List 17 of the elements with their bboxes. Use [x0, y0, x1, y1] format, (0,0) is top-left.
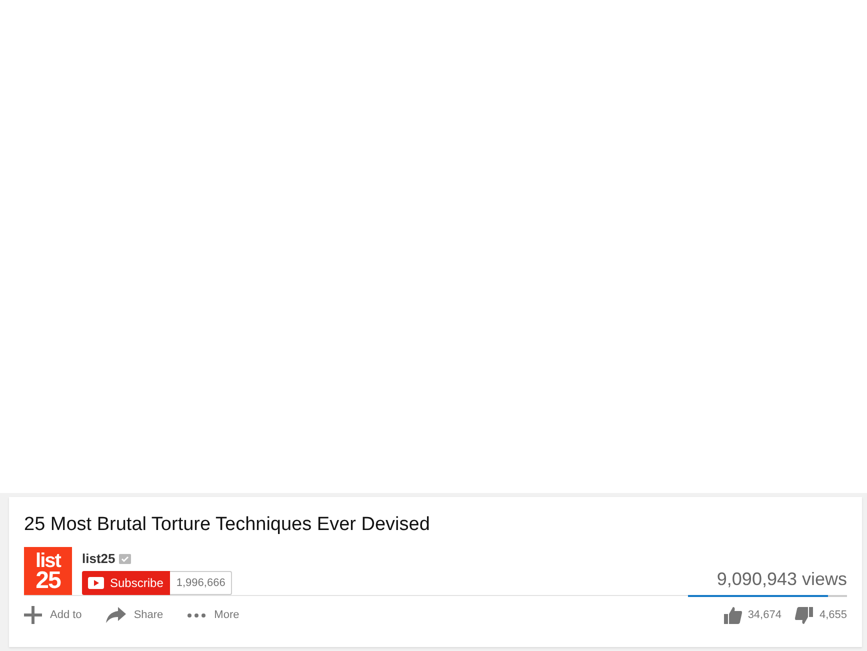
- share-button[interactable]: Share: [106, 607, 164, 623]
- plus-icon: [24, 606, 42, 624]
- add-to-button[interactable]: Add to: [24, 606, 82, 624]
- thumbs-down-icon[interactable]: [795, 606, 814, 624]
- share-arrow-icon: [106, 607, 126, 623]
- video-title: 25 Most Brutal Torture Techniques Ever Devised: [24, 513, 431, 537]
- thumbs-up-icon[interactable]: [724, 606, 742, 624]
- like-count: 34,674: [748, 609, 782, 621]
- view-count: 9,090,943 views: [716, 568, 847, 590]
- dislike-count: 4,655: [819, 609, 847, 621]
- channel-name[interactable]: list25: [82, 551, 116, 566]
- more-button[interactable]: More: [187, 609, 240, 621]
- subscribe-button[interactable]: Subscribe: [82, 571, 170, 595]
- subscriber-count: 1,996,666: [170, 571, 232, 595]
- channel-logo[interactable]: list 25: [24, 547, 72, 595]
- more-dots-icon: [187, 612, 206, 618]
- play-icon: [88, 577, 104, 589]
